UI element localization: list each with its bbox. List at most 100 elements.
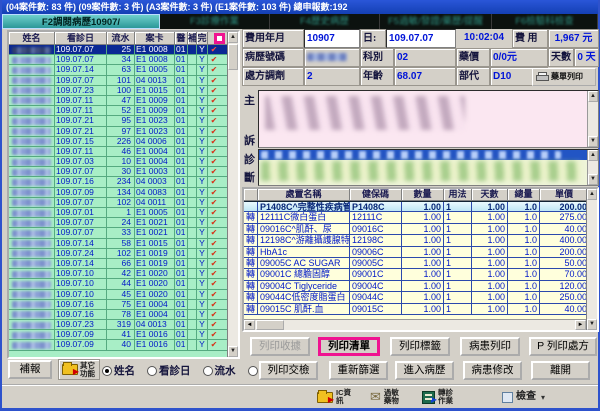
radio-icon[interactable] bbox=[203, 366, 213, 376]
checked-icon[interactable]: ✔ bbox=[208, 55, 220, 64]
tab-2[interactable]: F3診療作業 bbox=[160, 14, 270, 29]
patient-row[interactable]: 109.07.0310E1 000401Y✔ bbox=[9, 157, 227, 167]
checked-icon[interactable]: ✔ bbox=[208, 86, 220, 95]
radio-icon[interactable] bbox=[147, 366, 157, 376]
patient-list-scrollbar[interactable]: ▲ ▼ bbox=[227, 32, 238, 357]
sort-radio-姓名[interactable]: 姓名 bbox=[102, 363, 135, 378]
order-row[interactable]: P1408C^完整性疾病管P1408C1.0011.001.0200.00 bbox=[244, 201, 597, 212]
supplement-report-button[interactable]: 補報 bbox=[8, 360, 52, 379]
checked-icon[interactable]: ✔ bbox=[208, 106, 220, 115]
checked-icon[interactable]: ✔ bbox=[208, 137, 220, 146]
checked-icon[interactable]: ✔ bbox=[208, 259, 220, 268]
order-row[interactable]: 轉HbA1c09006C1.0011.001.0200.00 bbox=[244, 247, 597, 258]
tab-1[interactable]: F2調閱病歷10907/ bbox=[2, 14, 160, 29]
scroll-down-icon[interactable]: ▼ bbox=[588, 136, 598, 147]
orders-vscrollbar[interactable]: ▲ ▼ bbox=[586, 189, 597, 330]
checked-icon[interactable]: ✔ bbox=[208, 208, 220, 217]
order-row[interactable]: 轉09005C AC SUGAR09005C1.0011.001.050.00 bbox=[244, 258, 597, 269]
checked-icon[interactable]: ✔ bbox=[208, 310, 220, 319]
patient-row[interactable]: 109.07.2331904 001301Y✔ bbox=[9, 320, 227, 330]
patient-row[interactable]: 109.07.1147E1 000901Y✔ bbox=[9, 96, 227, 106]
patient-row[interactable]: 109.07.0733E1 002101Y✔ bbox=[9, 228, 227, 238]
checked-icon[interactable]: ✔ bbox=[208, 269, 220, 278]
patient-row[interactable]: 109.07.0710204 001101Y✔ bbox=[9, 198, 227, 208]
checked-icon[interactable]: ✔ bbox=[208, 198, 220, 207]
checked-icon[interactable]: ✔ bbox=[208, 167, 220, 176]
order-row[interactable]: 轉12111C微白蛋白12111C1.0011.001.0275.00 bbox=[244, 212, 597, 223]
checked-icon[interactable]: ✔ bbox=[208, 157, 220, 166]
button-列印標籤[interactable]: 列印標籤 bbox=[390, 337, 450, 356]
fee-ym-input[interactable]: 10907 bbox=[304, 29, 360, 48]
checked-icon[interactable]: ✔ bbox=[208, 330, 220, 339]
scroll-down-icon[interactable]: ▼ bbox=[588, 174, 598, 185]
patient-row[interactable]: 109.07.1678E1 000401Y✔ bbox=[9, 310, 227, 320]
checked-icon[interactable]: ✔ bbox=[208, 65, 220, 74]
button-P 列印處方[interactable]: P 列印處方 bbox=[529, 337, 597, 356]
patient-row[interactable]: 109.07.0913404 008301Y✔ bbox=[9, 188, 227, 198]
subjective-scrollbar[interactable]: ▲ ▼ bbox=[587, 91, 598, 147]
patient-row[interactable]: 109.07.1045E1 002001Y✔ bbox=[9, 290, 227, 300]
checked-icon[interactable]: ✔ bbox=[208, 188, 220, 197]
button-離開[interactable]: 離開 bbox=[531, 361, 590, 380]
scroll-up-icon[interactable]: ▲ bbox=[228, 32, 238, 43]
order-row[interactable]: 轉09004C Tiglyceride09004C1.0011.001.0120… bbox=[244, 281, 597, 292]
checked-icon[interactable]: ✔ bbox=[208, 290, 220, 299]
scroll-down-icon[interactable]: ▼ bbox=[587, 319, 597, 330]
patient-row[interactable]: 109.07.0941E1 001601Y✔ bbox=[9, 330, 227, 340]
tab-3[interactable]: F4歷史病歷 bbox=[270, 14, 380, 29]
checked-icon[interactable]: ✔ bbox=[208, 249, 220, 258]
scroll-up-icon[interactable]: ▲ bbox=[588, 91, 598, 102]
print-drug-list-button[interactable]: 藥單列印 bbox=[532, 68, 596, 86]
tab-4[interactable]: F5過敏/發證/藥歷/提醒 bbox=[380, 14, 492, 29]
checked-icon[interactable]: ✔ bbox=[208, 218, 220, 227]
checked-icon[interactable]: ✔ bbox=[208, 320, 220, 329]
button-列印清單[interactable]: 列印清單 bbox=[318, 337, 380, 356]
radio-icon[interactable] bbox=[102, 366, 112, 376]
patient-row[interactable]: 109.07.1152E1 000901Y✔ bbox=[9, 106, 227, 116]
sort-radio-看診日[interactable]: 看診日 bbox=[147, 363, 191, 378]
subjective-textarea[interactable]: ▲ ▼ bbox=[258, 90, 599, 148]
checked-icon[interactable]: ✔ bbox=[208, 300, 220, 309]
checked-icon[interactable]: ✔ bbox=[208, 239, 220, 248]
sort-radio-流水[interactable]: 流水 bbox=[203, 363, 236, 378]
button-重新篩選[interactable]: 重新篩選 bbox=[329, 361, 388, 380]
checked-icon[interactable]: ✔ bbox=[208, 177, 220, 186]
status-過敏藥物[interactable]: ✉過敏藥物 bbox=[370, 389, 401, 405]
scroll-right-icon[interactable]: ► bbox=[575, 320, 586, 330]
button-病患列印[interactable]: 病患列印 bbox=[460, 337, 520, 356]
patient-row[interactable]: 109.07.0725E1 000801Y✔ bbox=[9, 45, 227, 55]
patient-row[interactable]: 109.07.0730E1 000301Y✔ bbox=[9, 167, 227, 177]
checked-icon[interactable]: ✔ bbox=[208, 228, 220, 237]
button-進入病歷[interactable]: 進入病歷 bbox=[395, 361, 454, 380]
patient-row[interactable]: 109.07.1146E1 000401Y✔ bbox=[9, 147, 227, 157]
scroll-up-icon[interactable]: ▲ bbox=[587, 189, 597, 200]
diagnosis-selected-line[interactable] bbox=[259, 150, 587, 160]
checked-icon[interactable]: ✔ bbox=[208, 127, 220, 136]
radio-icon[interactable] bbox=[248, 366, 258, 376]
patient-row[interactable]: 109.07.0724E1 002101Y✔ bbox=[9, 218, 227, 228]
checked-icon[interactable]: ✔ bbox=[208, 96, 220, 105]
patient-row[interactable]: 109.07.1522604 000601Y✔ bbox=[9, 137, 227, 147]
patient-row[interactable]: 109.07.0710104 001301Y✔ bbox=[9, 76, 227, 86]
diagnosis-textarea[interactable]: ▲ ▼ bbox=[258, 149, 599, 186]
scroll-thumb[interactable] bbox=[256, 320, 284, 330]
button-列印交檢[interactable]: 列印交檢 bbox=[259, 361, 318, 380]
scroll-thumb[interactable] bbox=[228, 44, 238, 70]
patient-row[interactable]: 109.07.1044E1 002001Y✔ bbox=[9, 279, 227, 289]
other-functions-button[interactable]: ▶ 其它功能 bbox=[58, 359, 100, 380]
checked-icon[interactable]: ✔ bbox=[208, 147, 220, 156]
checked-icon[interactable]: ✔ bbox=[208, 279, 220, 288]
status-轉診作業[interactable]: ▶轉診作業 bbox=[422, 389, 455, 405]
scroll-left-icon[interactable]: ◄ bbox=[244, 320, 255, 330]
order-row[interactable]: 轉09015C 肌酐.血09015C1.0011.001.040.00 bbox=[244, 304, 597, 315]
order-row[interactable]: 轉09016C^肌酐、尿09016C1.0011.001.040.00 bbox=[244, 224, 597, 235]
patient-row[interactable]: 109.07.24102E1 001901Y✔ bbox=[9, 249, 227, 259]
checked-icon[interactable]: ✔ bbox=[208, 340, 220, 349]
patient-row[interactable]: 109.07.1042E1 002001Y✔ bbox=[9, 269, 227, 279]
date-input[interactable]: 109.07.07 bbox=[386, 29, 456, 48]
patient-row[interactable]: 109.07.1675E1 000401Y✔ bbox=[9, 300, 227, 310]
tab-5[interactable]: F6檢驗科檢查 bbox=[492, 14, 598, 29]
diagnosis-scrollbar[interactable]: ▲ ▼ bbox=[587, 150, 598, 185]
order-row[interactable]: 轉09044C低密度脂蛋白09044C1.0011.001.0250.00 bbox=[244, 292, 597, 303]
patient-row[interactable]: 109.07.011E1 000501Y✔ bbox=[9, 208, 227, 218]
